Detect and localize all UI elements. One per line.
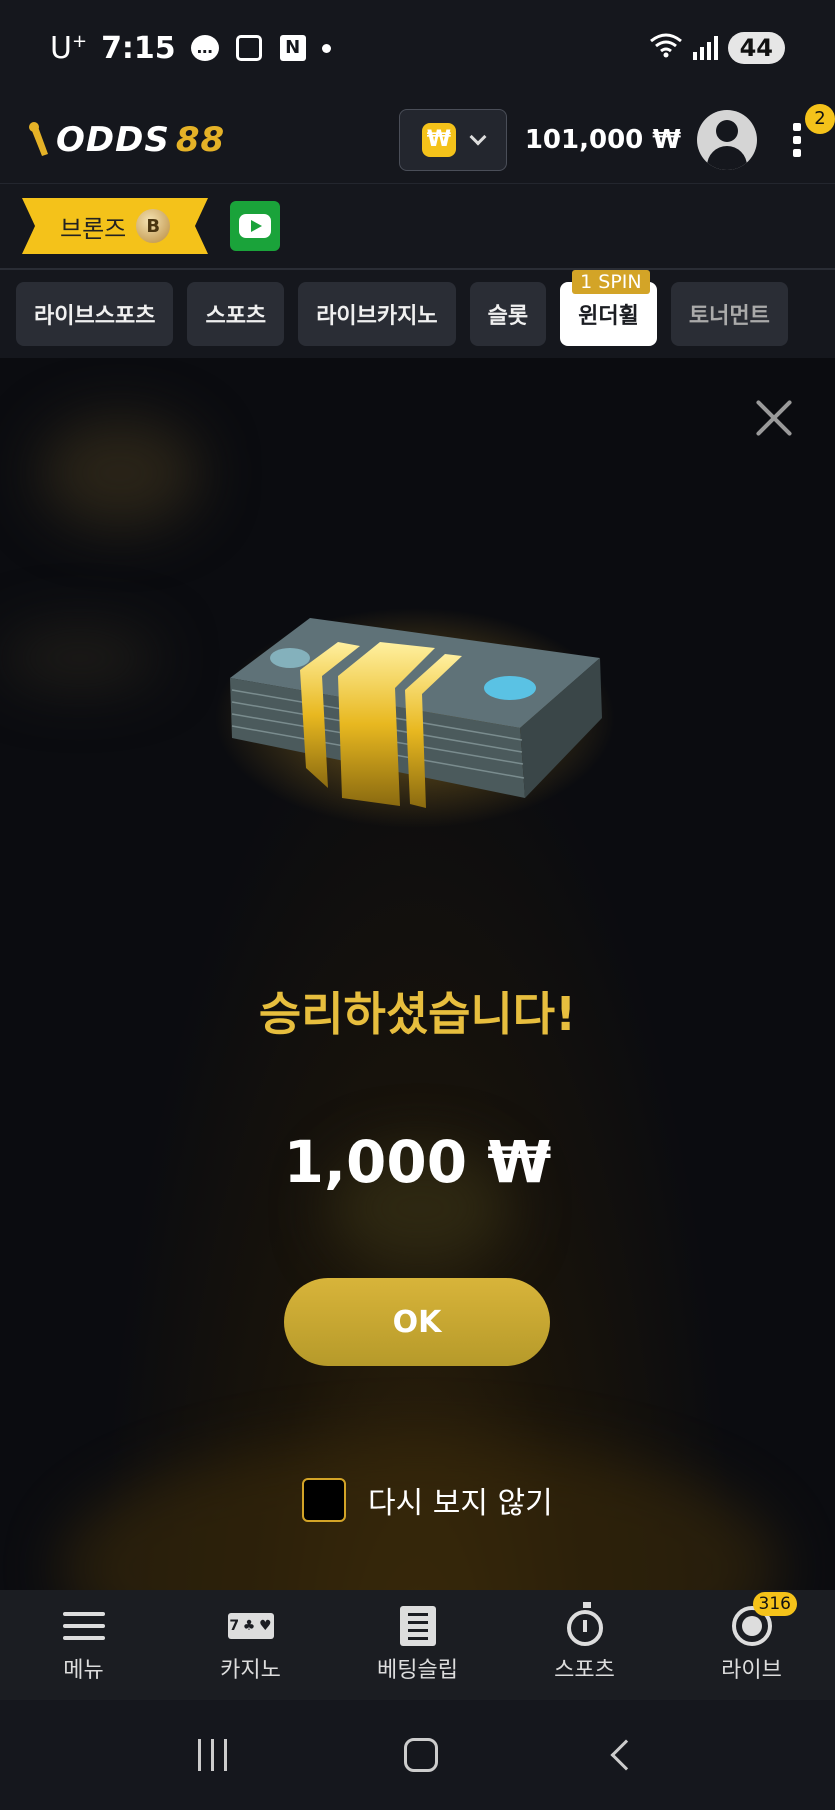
currency-selector[interactable]: ₩ (398, 108, 507, 171)
close-button[interactable] (752, 396, 796, 440)
background-blur (40, 418, 200, 528)
win-title: 승리하셨습니다! (258, 987, 577, 1041)
rank-label: 브론즈 (60, 214, 127, 243)
tab-wonder-wheel[interactable]: 1 SPIN 윈더휠 (560, 270, 657, 346)
nav-casino[interactable]: 7 ♣ ♥ 카지노 (167, 1590, 334, 1700)
nav-sports[interactable]: 스포츠 (501, 1590, 668, 1700)
balance: 101,000 ₩ (524, 124, 681, 155)
status-time: 7:15 (101, 30, 176, 66)
back-icon[interactable] (610, 1739, 642, 1771)
menu-badge: 2 (805, 103, 835, 134)
dont-show-checkbox[interactable] (302, 1478, 346, 1522)
signal-icon (692, 36, 718, 60)
logo[interactable]: ODDS 88 (28, 120, 225, 160)
sub-header: 브론즈 B (0, 184, 835, 270)
status-bar: U+ 7:15 … N 44 (0, 0, 835, 96)
bottom-nav: 메뉴 7 ♣ ♥ 카지노 베팅슬립 스포츠 316 라이브 (0, 1590, 835, 1700)
chevron-down-icon (469, 128, 487, 145)
avatar[interactable] (697, 109, 757, 170)
win-modal: 승리하셨습니다! 1,000 ₩ OK 다시 보지 않기 (0, 358, 835, 1590)
app-header: ODDS 88 ₩ 101,000 ₩ 2 (0, 96, 835, 184)
chat-icon: … (190, 34, 220, 62)
category-tabs: 라이브스포츠 스포츠 라이브카지노 슬롯 1 SPIN 윈더휠 토너먼트 (0, 270, 835, 358)
menu-icon (61, 1606, 107, 1646)
tab-slots[interactable]: 슬롯 (469, 282, 547, 346)
more-menu-button[interactable]: 2 (787, 103, 835, 160)
system-nav-bar (0, 1700, 835, 1810)
stopwatch-icon (562, 1602, 608, 1646)
money-stack-icon (215, 608, 615, 828)
recents-icon[interactable] (198, 1739, 228, 1771)
naver-icon: N (278, 34, 308, 62)
won-coin-icon: ₩ (421, 122, 456, 157)
tab-live-casino[interactable]: 라이브카지노 (298, 282, 456, 346)
spin-badge: 1 SPIN (572, 270, 650, 294)
betslip-icon (395, 1606, 441, 1646)
home-icon[interactable] (403, 1738, 438, 1772)
live-count-badge: 316 (752, 1592, 797, 1616)
wifi-icon (649, 32, 683, 65)
dont-show-label: 다시 보지 않기 (368, 1486, 553, 1521)
logo-mark-icon (29, 121, 48, 156)
rank-badge[interactable]: 브론즈 B (22, 198, 208, 254)
win-amount: 1,000 ₩ (283, 1128, 552, 1196)
battery-indicator: 44 (727, 32, 785, 64)
rank-coin-icon: B (136, 209, 171, 243)
dont-show-again[interactable]: 다시 보지 않기 (302, 1478, 553, 1522)
background-blur (0, 628, 160, 688)
ok-button[interactable]: OK (284, 1278, 550, 1366)
nav-menu[interactable]: 메뉴 (0, 1590, 167, 1700)
tab-sports[interactable]: 스포츠 (187, 282, 285, 346)
youtube-icon (239, 214, 271, 238)
scan-icon (234, 34, 264, 62)
tab-tournament[interactable]: 토너먼트 (670, 282, 788, 346)
notification-dot-icon (321, 43, 331, 53)
nav-betslip[interactable]: 베팅슬립 (334, 1590, 501, 1700)
youtube-button[interactable] (230, 201, 280, 251)
nav-live[interactable]: 316 라이브 (668, 1590, 835, 1700)
carrier: U+ (50, 30, 88, 66)
live-icon: 316 (729, 1592, 797, 1646)
tab-live-sports[interactable]: 라이브스포츠 (16, 282, 174, 346)
slot-icon: 7 ♣ ♥ (227, 1606, 274, 1646)
